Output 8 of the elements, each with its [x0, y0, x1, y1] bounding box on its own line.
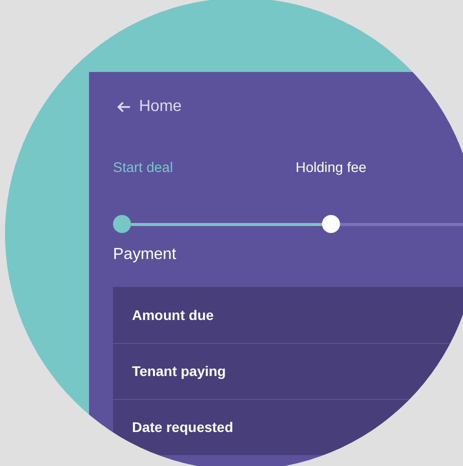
- row-label: Amount due: [132, 306, 214, 324]
- back-arrow-icon[interactable]: [117, 101, 131, 113]
- row-label: Date requested: [132, 418, 234, 437]
- back-link[interactable]: Home: [139, 95, 182, 119]
- step-label[interactable]: Holding fee: [296, 157, 366, 178]
- row-label: Tenant paying: [132, 362, 226, 381]
- section-title: Payment: [112, 245, 178, 265]
- step-label[interactable]: Start deal: [113, 157, 173, 178]
